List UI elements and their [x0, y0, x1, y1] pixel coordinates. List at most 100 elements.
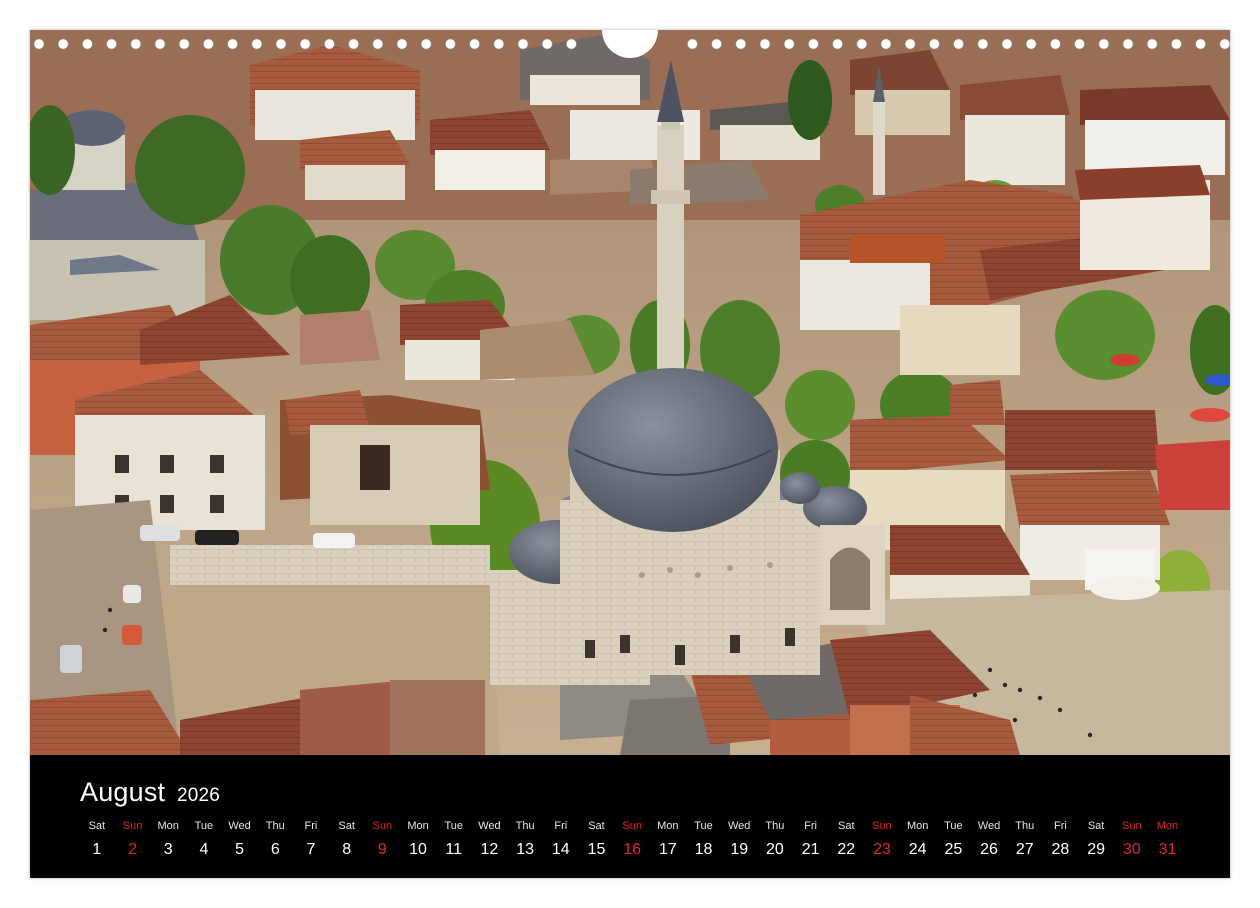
day-number: 31 [1158, 841, 1177, 858]
day-cell: Fri 28 [1043, 818, 1079, 859]
day-number: 20 [766, 841, 784, 858]
day-cell: Sat 8 [329, 818, 365, 859]
day-cell: Tue 18 [686, 818, 722, 859]
binding-hole [880, 38, 892, 50]
year-label: 2026 [176, 785, 221, 806]
day-number: 2 [128, 841, 137, 858]
binding-hole [324, 38, 335, 50]
day-cell: Wed 5 [222, 818, 258, 859]
day-cell: Fri 7 [293, 818, 329, 859]
binding-hole [856, 38, 868, 50]
binding-hole [1195, 38, 1206, 50]
binding-hole [735, 38, 747, 50]
day-number: 26 [980, 841, 998, 858]
day-number: 11 [445, 841, 463, 858]
day-number: 12 [480, 841, 499, 858]
weekday-label: Sat [88, 820, 106, 832]
weekday-label: Sat [838, 820, 855, 832]
day-number: 4 [199, 841, 209, 858]
weekday-label: Sat [338, 820, 355, 832]
day-number: 17 [658, 841, 677, 858]
binding-hole [493, 38, 505, 50]
day-number: 21 [801, 841, 820, 858]
day-number: 27 [1015, 841, 1034, 858]
binding-hole [711, 38, 722, 50]
day-cell: Mon 31 [1150, 818, 1186, 859]
weekday-label: Wed [728, 820, 751, 832]
calendar-page: August 2026 Sat 1 Sun 2 Mon 3 Tue 4 Wed 5 Thu 6 Fri 7… [30, 30, 1230, 878]
weekday-label: Mon [157, 820, 179, 832]
day-cell: Sun 2 [115, 818, 151, 859]
weekday-label: Sun [122, 820, 143, 832]
day-cell: Fri 14 [543, 818, 579, 859]
binding-hole [832, 38, 843, 50]
weekday-label: Sun [372, 820, 393, 832]
binding-hole [1025, 38, 1037, 50]
day-cell: Tue 25 [936, 818, 972, 859]
weekday-label: Fri [1053, 820, 1067, 832]
binding-hole [566, 38, 577, 50]
binding-hole [1001, 38, 1013, 50]
mosque-town-image [30, 30, 1230, 755]
day-number: 22 [837, 841, 856, 858]
day-cell: Sat 22 [828, 818, 864, 859]
day-row: Sat 1 Sun 2 Mon 3 Tue 4 Wed 5 Thu 6 Fri 7 Sat 8 Sun 9 Mon 1… [79, 818, 1185, 859]
day-number: 8 [342, 841, 352, 858]
day-number: 19 [730, 841, 749, 858]
day-cell: Sun 16 [614, 818, 650, 859]
day-cell: Sat 15 [579, 818, 615, 859]
binding-hole [687, 38, 698, 50]
weekday-label: Thu [265, 820, 285, 832]
day-number: 18 [694, 841, 713, 858]
binding-hole [299, 38, 311, 50]
hanger-notch [602, 30, 658, 58]
binding-hole [1074, 38, 1085, 50]
binding-hole [759, 38, 771, 50]
day-number: 24 [908, 841, 927, 858]
weekday-label: Tue [694, 820, 713, 832]
day-cell: Sat 29 [1078, 818, 1114, 859]
spiral-binding [33, 30, 1230, 58]
binding-hole [904, 38, 916, 50]
weekday-label: Sat [1087, 820, 1105, 832]
weekday-label: Fri [554, 820, 568, 832]
day-cell: Mon 10 [400, 818, 436, 859]
binding-hole [348, 38, 359, 50]
day-number: 1 [92, 841, 102, 858]
binding-hole [396, 38, 408, 50]
day-number: 6 [270, 841, 280, 858]
calendar-strip: August 2026 Sat 1 Sun 2 Mon 3 Tue 4 Wed 5 Thu 6 Fri 7… [30, 755, 1230, 878]
binding-hole [251, 38, 263, 50]
day-number: 3 [163, 841, 173, 858]
day-cell: Wed 19 [721, 818, 757, 859]
town-photo [30, 30, 1230, 755]
binding-hole [517, 38, 529, 50]
binding-hole [445, 38, 456, 50]
binding-hole [57, 38, 69, 50]
binding-hole [82, 38, 93, 50]
day-cell: Thu 27 [1007, 818, 1043, 859]
day-cell: Thu 13 [507, 818, 543, 859]
day-cell: Wed 12 [472, 818, 508, 859]
day-cell: Sat 1 [79, 818, 115, 859]
day-number: 23 [873, 841, 891, 858]
day-number: 15 [587, 841, 606, 858]
binding-hole [1146, 38, 1158, 50]
weekday-label: Tue [444, 820, 463, 832]
day-number: 7 [306, 841, 316, 858]
binding-hole [227, 38, 238, 50]
binding-hole [178, 38, 190, 50]
day-cell: Thu 6 [257, 818, 293, 859]
binding-hole [372, 38, 384, 50]
day-cell: Mon 24 [900, 818, 936, 859]
binding-hole [1050, 38, 1061, 50]
weekday-label: Sun [622, 820, 642, 832]
day-number: 30 [1122, 841, 1141, 858]
weekday-label: Wed [977, 820, 1001, 832]
day-number: 14 [551, 841, 570, 858]
weekday-label: Fri [804, 820, 817, 832]
binding-hole [783, 38, 795, 50]
day-number: 16 [623, 841, 642, 858]
day-cell: Tue 11 [436, 818, 472, 859]
binding-hole [1098, 38, 1110, 50]
